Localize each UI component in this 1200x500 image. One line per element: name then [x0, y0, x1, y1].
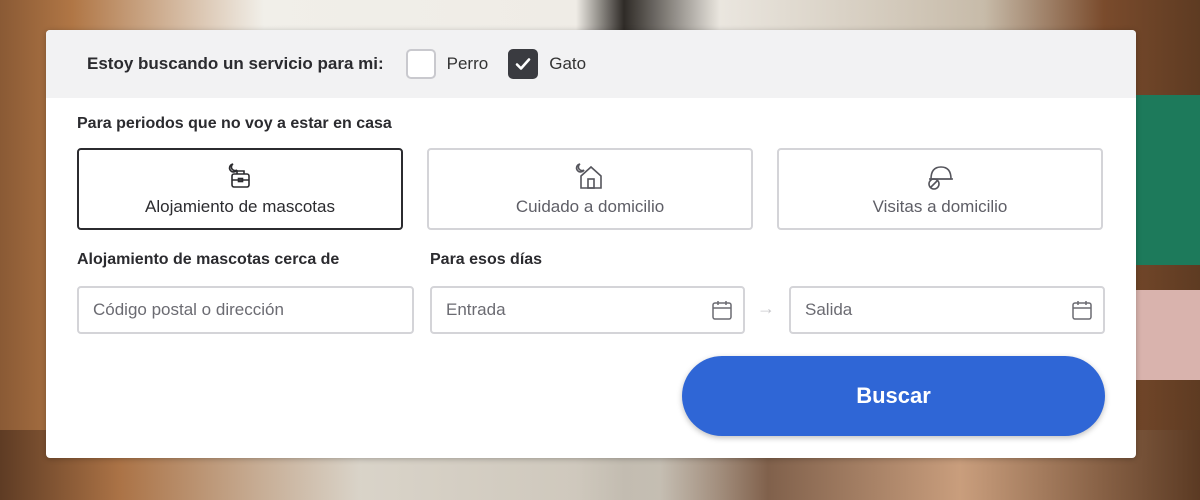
start-date-input[interactable] — [444, 299, 711, 321]
checkbox-gato[interactable]: Gato — [508, 49, 586, 79]
search-card: Estoy buscando un servicio para mi: Perr… — [46, 30, 1136, 458]
location-input[interactable] — [91, 299, 402, 321]
end-date-input[interactable] — [803, 299, 1071, 321]
checkbox-gato-label: Gato — [549, 54, 587, 73]
services-section-label: Para periodos que no voy a estar en casa — [77, 115, 392, 132]
house-sitting-icon — [575, 161, 605, 191]
checkbox-perro-box[interactable] — [405, 49, 436, 79]
pet-type-question: Estoy buscando un servicio para mi: — [87, 54, 384, 73]
checkbox-perro-label: Perro — [446, 54, 489, 73]
service-visitas-domicilio-label: Visitas a domicilio — [872, 197, 1008, 216]
dates-label: Para esos días — [430, 251, 543, 268]
location-field[interactable] — [77, 286, 414, 334]
date-range-arrow-icon: → — [757, 298, 775, 318]
drop-in-visits-icon — [925, 161, 955, 191]
location-label: Alojamiento de mascotas cerca de — [77, 251, 340, 268]
pet-boarding-icon — [225, 161, 255, 191]
pet-type-bar: Estoy buscando un servicio para mi: Perr… — [46, 30, 1136, 98]
service-alojamiento[interactable]: Alojamiento de mascotas — [77, 148, 403, 230]
service-cuidado-domicilio[interactable]: Cuidado a domicilio — [427, 148, 753, 230]
service-visitas-domicilio[interactable]: Visitas a domicilio — [777, 148, 1103, 230]
start-date-field[interactable] — [430, 286, 745, 334]
end-date-field[interactable] — [789, 286, 1105, 334]
calendar-icon[interactable] — [1071, 299, 1093, 321]
service-alojamiento-label: Alojamiento de mascotas — [145, 197, 335, 216]
checkbox-perro[interactable]: Perro — [405, 49, 489, 79]
service-cuidado-domicilio-label: Cuidado a domicilio — [515, 197, 665, 216]
search-button[interactable]: Buscar — [682, 356, 1105, 436]
checkmark-icon — [515, 58, 531, 70]
calendar-icon[interactable] — [711, 299, 733, 321]
checkbox-gato-box[interactable] — [508, 49, 539, 79]
